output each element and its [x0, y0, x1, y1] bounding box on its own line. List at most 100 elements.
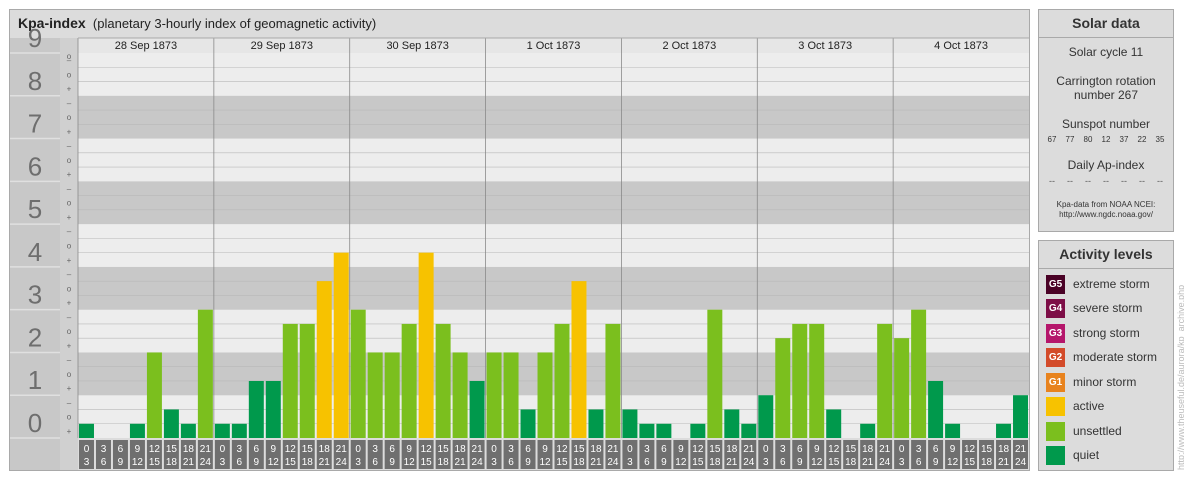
interval-end-label: 24 [607, 457, 619, 468]
sub-tick-label: o [67, 413, 72, 422]
legend-item-g5: G5 extreme storm [1046, 274, 1150, 294]
solar-data-panel: Solar data Solar cycle 11 Carrington rot… [1038, 9, 1174, 232]
interval-start-label: 18 [862, 444, 874, 455]
legend-item-unsettled: unsettled [1046, 421, 1122, 441]
kp-bar [588, 409, 604, 438]
kp-bar [707, 309, 723, 438]
interval-end-label: 6 [780, 457, 786, 468]
legend-item-g1: G1 minor storm [1046, 372, 1136, 392]
interval-end-label: 15 [149, 457, 161, 468]
interval-start-label: 0 [763, 444, 769, 455]
kp-bar [299, 323, 315, 438]
sub-tick-label: – [67, 184, 72, 193]
interval-end-label: 21 [183, 457, 195, 468]
interval-end-label: 21 [862, 457, 874, 468]
interval-start-label: 18 [319, 444, 331, 455]
legend-label: severe storm [1073, 301, 1143, 315]
source-url-watermark: http://www.theuseful.de/aurora/kp_archiv… [1176, 284, 1184, 470]
interval-end-label: 12 [268, 457, 280, 468]
y-tick-label: 6 [28, 151, 42, 181]
interval-end-label: 21 [590, 457, 602, 468]
interval-end-label: 12 [539, 457, 551, 468]
y-tick-label: 2 [28, 322, 42, 352]
kp-bar [928, 380, 944, 438]
interval-start-label: 12 [149, 444, 161, 455]
sub-tick-label: + [67, 85, 72, 94]
interval-end-label: 9 [933, 457, 939, 468]
interval-end-label: 12 [404, 457, 416, 468]
legend-swatch: G3 [1046, 323, 1065, 343]
interval-end-label: 9 [254, 457, 260, 468]
legend-label: quiet [1073, 448, 1100, 462]
interval-start-label: 12 [964, 444, 976, 455]
interval-start-label: 21 [200, 444, 212, 455]
interval-start-label: 3 [372, 444, 378, 455]
interval-end-label: 9 [525, 457, 531, 468]
kp-bar [265, 380, 281, 438]
interval-end-label: 21 [455, 457, 467, 468]
interval-start-label: 18 [455, 444, 467, 455]
y-tick-label: 7 [28, 109, 42, 139]
legend-swatch [1046, 421, 1065, 441]
interval-start-label: 12 [828, 444, 840, 455]
ap-value: -- [1103, 176, 1109, 186]
legend-item-g4: G4 severe storm [1046, 298, 1142, 318]
y-tick-label: 3 [28, 280, 42, 310]
sub-tick-label: + [67, 213, 72, 222]
level-band [78, 53, 1029, 96]
ap-value: -- [1139, 176, 1145, 186]
kp-bar [214, 423, 230, 438]
interval-end-label: 15 [828, 457, 840, 468]
y-tick-label: 0 [28, 408, 42, 438]
interval-start-label: 21 [743, 444, 755, 455]
interval-end-label: 3 [84, 457, 90, 468]
interval-start-label: 12 [556, 444, 568, 455]
interval-start-label: 0 [220, 444, 226, 455]
sub-tick-label: – [67, 398, 72, 407]
interval-end-label: 9 [118, 457, 124, 468]
interval-start-label: 6 [661, 444, 667, 455]
interval-start-label: 3 [101, 444, 107, 455]
interval-start-label: 12 [285, 444, 297, 455]
legend-label: unsettled [1073, 424, 1122, 438]
interval-start-label: 0 [491, 444, 497, 455]
kp-bar [894, 338, 910, 438]
ap-value: -- [1157, 176, 1163, 186]
interval-end-label: 12 [132, 457, 144, 468]
interval-start-label: 15 [981, 444, 993, 455]
kp-bar [537, 352, 553, 438]
interval-end-label: 3 [627, 457, 633, 468]
interval-end-label: 21 [319, 457, 331, 468]
y-tick-label: 1 [28, 365, 42, 395]
interval-end-label: 6 [372, 457, 378, 468]
solar-cycle: Solar cycle 11 [1068, 45, 1144, 59]
interval-end-label: 3 [355, 457, 361, 468]
interval-end-label: 9 [661, 457, 667, 468]
interval-start-label: 0 [355, 444, 361, 455]
sub-tick-label: o [67, 199, 72, 208]
legend-swatch [1046, 445, 1065, 465]
kp-bar [809, 323, 825, 438]
interval-end-label: 6 [237, 457, 243, 468]
legend-label: active [1073, 399, 1105, 413]
credit-line2: http://www.ngdc.noaa.gov/ [1059, 210, 1153, 219]
interval-start-label: 9 [271, 444, 277, 455]
sunspot-value: 12 [1101, 135, 1111, 144]
interval-start-label: 15 [845, 444, 857, 455]
sub-tick-label: + [67, 384, 72, 393]
interval-start-label: 6 [254, 444, 260, 455]
interval-start-label: 18 [726, 444, 738, 455]
interval-start-label: 21 [1015, 444, 1027, 455]
sub-tick-label: + [67, 341, 72, 350]
interval-start-label: 9 [406, 444, 412, 455]
interval-end-label: 21 [726, 457, 738, 468]
legend-label: moderate storm [1073, 350, 1158, 364]
sub-tick-label: – [67, 227, 72, 236]
legend-item-g3: G3 strong storm [1046, 323, 1140, 343]
kp-bar [724, 409, 740, 438]
kp-bar [350, 309, 366, 438]
interval-end-label: 3 [899, 457, 905, 468]
interval-end-label: 6 [508, 457, 514, 468]
kp-bar [605, 323, 621, 438]
sub-tick-label: o [67, 242, 72, 251]
